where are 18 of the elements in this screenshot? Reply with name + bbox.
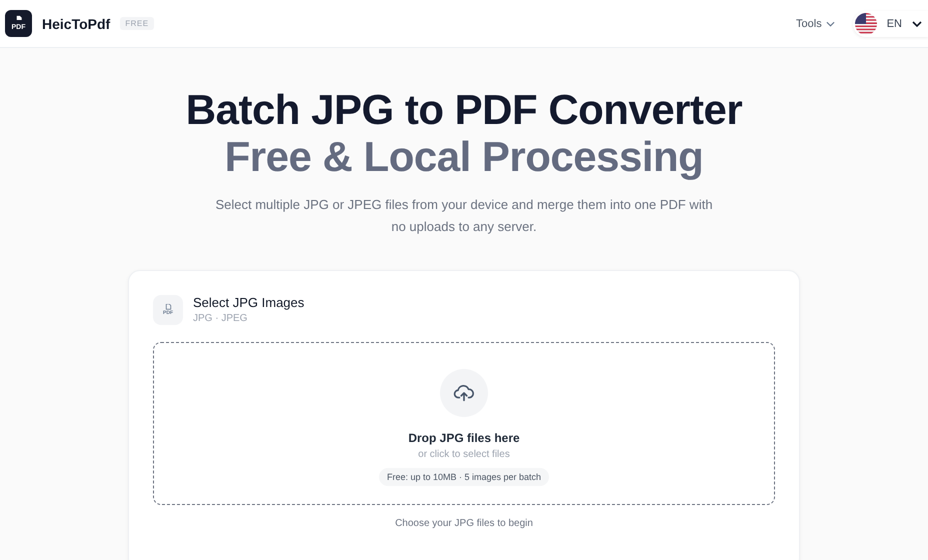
page-subtitle: Free & Local Processing <box>224 134 704 180</box>
status-text: Choose your JPG files to begin <box>394 518 534 529</box>
chevron-down-icon <box>912 20 922 26</box>
upload-icon <box>440 369 488 417</box>
card-title: Select JPG Images <box>193 295 304 310</box>
chevron-down-icon <box>826 20 835 26</box>
drop-hint: or click to select files <box>418 449 510 460</box>
flag-icon <box>854 12 877 34</box>
brand-name[interactable]: HeicToPdf <box>42 16 110 32</box>
language-selector[interactable]: EN <box>852 10 928 36</box>
drop-zone[interactable]: Drop JPG files here or click to select files Free: up to 10MB · 5 images per batch <box>153 342 775 505</box>
format-list: JPG · JPEG <box>193 313 304 324</box>
limit-badge: Free: up to 10MB · 5 images per batch <box>378 468 550 486</box>
page-title: Batch JPG to PDF Converter <box>186 86 742 134</box>
plan-badge: FREE <box>120 17 154 30</box>
description: Select multiple JPG or JPEG files from your device and merge them into one PDF with no uploads to any server. <box>214 196 714 236</box>
nav-menu[interactable]: Tools <box>796 18 835 30</box>
drop-title: Drop JPG files here <box>408 431 520 445</box>
